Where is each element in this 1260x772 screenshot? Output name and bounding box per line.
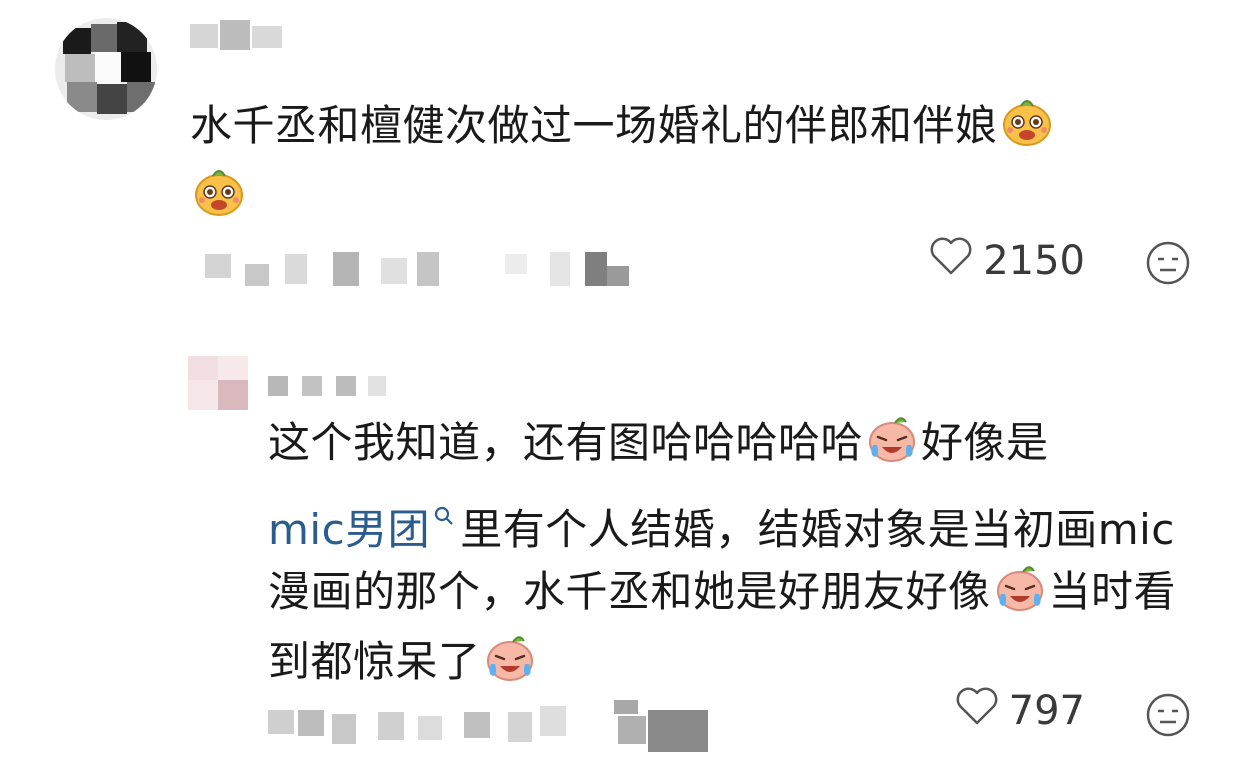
avatar[interactable] <box>188 356 248 410</box>
comment-text: 这个我知道，还有图哈哈哈哈哈 好像是 mic男团 里有个人结婚，结婚对象是当初画m… <box>268 411 1208 700</box>
topic-link[interactable]: mic男团 <box>268 505 430 554</box>
comment-text: 水千丞和檀健次做过一场婚礼的伴郎和伴娘 <box>190 94 1220 234</box>
crying-laugh-icon <box>483 630 537 700</box>
crying-laugh-icon <box>865 411 919 481</box>
meta-blurred <box>268 700 718 752</box>
username-blurred[interactable] <box>268 374 398 398</box>
comment-body: 好像是 <box>921 418 1049 467</box>
meta-blurred <box>205 248 635 288</box>
doge-laugh-icon <box>1000 94 1054 164</box>
doge-laugh-icon <box>192 164 246 234</box>
crying-laugh-icon <box>993 560 1047 630</box>
like-control[interactable]: 2150 <box>929 236 1085 286</box>
dislike-face-icon[interactable] <box>1145 240 1191 286</box>
like-count: 2150 <box>983 238 1085 284</box>
heart-icon[interactable] <box>929 236 973 286</box>
comment-body: 水千丞和檀健次做过一场婚礼的伴郎和伴娘 <box>190 101 998 150</box>
like-count: 797 <box>1008 688 1085 734</box>
comment-body: 这个我知道，还有图哈哈哈哈哈 <box>268 418 864 467</box>
dislike-face-icon[interactable] <box>1145 692 1191 738</box>
heart-icon[interactable] <box>955 686 999 736</box>
like-control[interactable]: 797 <box>955 686 1085 736</box>
avatar[interactable] <box>55 18 157 120</box>
username-blurred[interactable] <box>190 20 300 54</box>
search-icon[interactable] <box>434 481 454 542</box>
